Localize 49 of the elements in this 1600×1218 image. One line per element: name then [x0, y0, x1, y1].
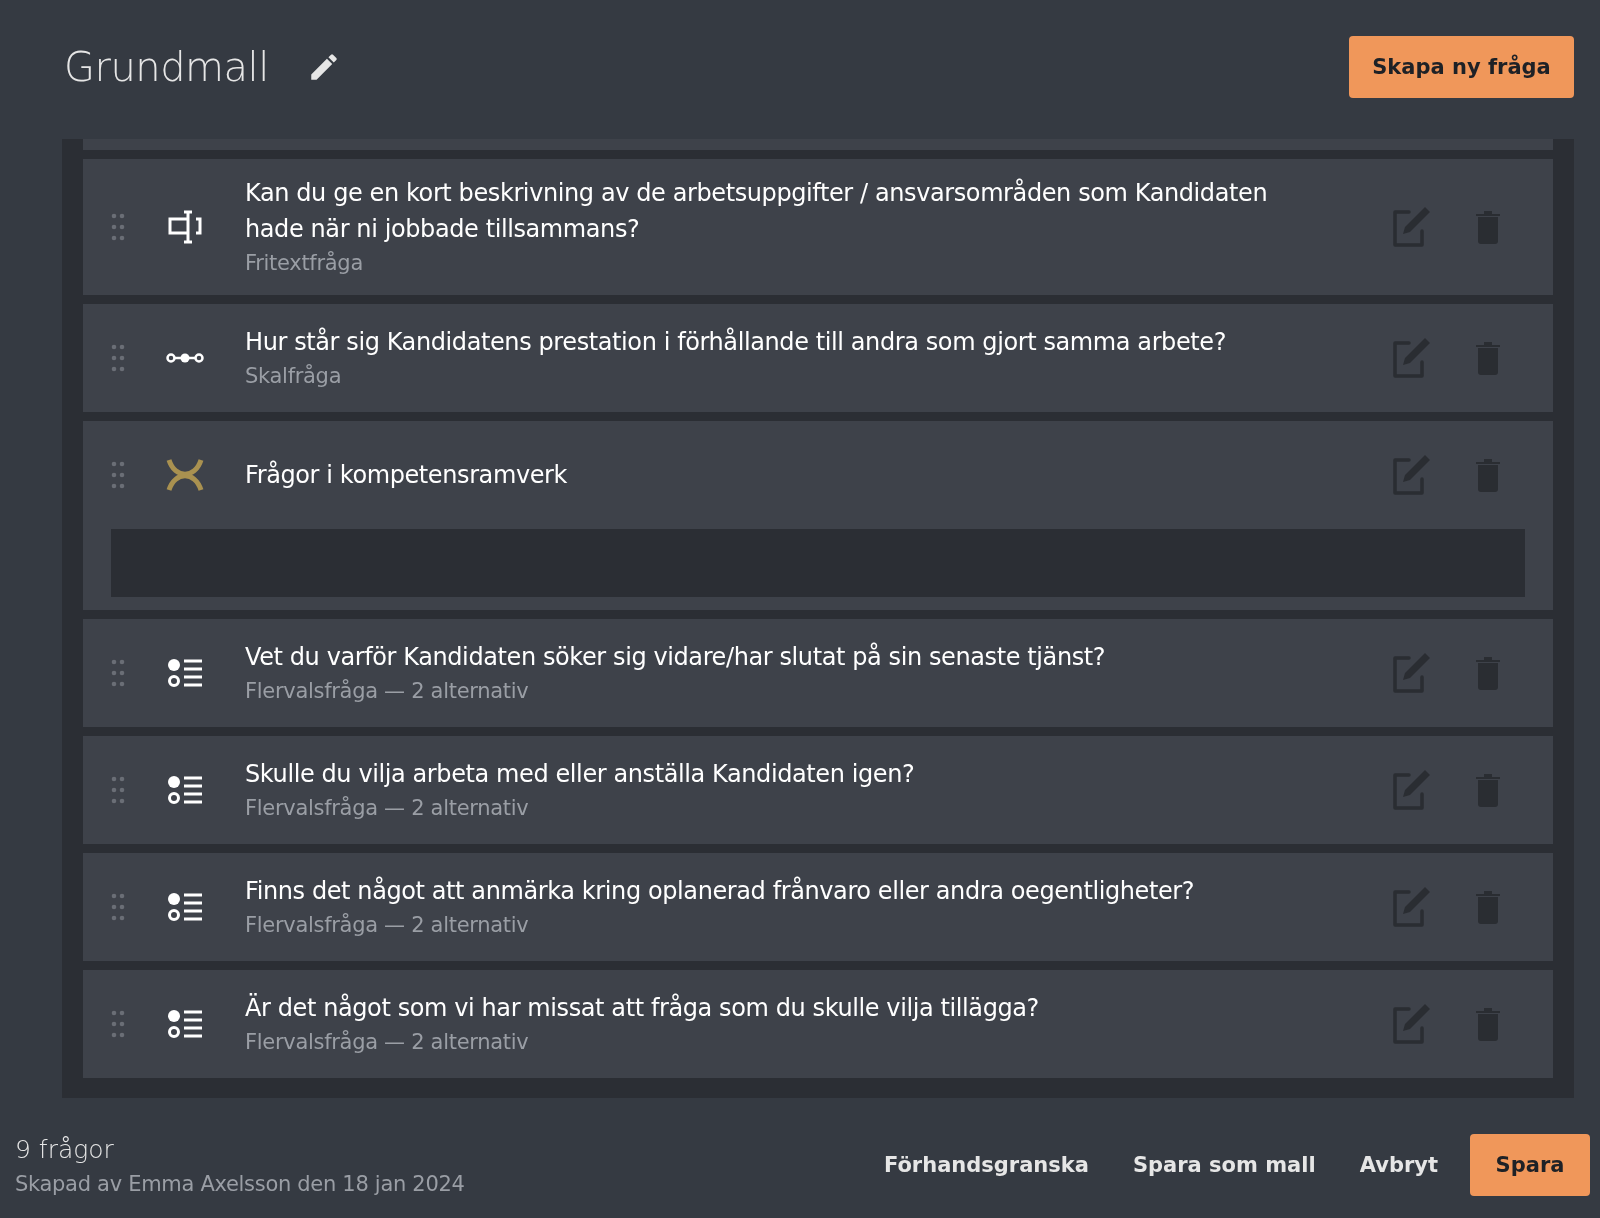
drag-handle-icon[interactable]	[111, 1010, 125, 1038]
drag-handle-icon[interactable]	[111, 659, 125, 687]
question-title: Är det något som vi har missat att fråga som du skulle vilja tillägga?	[245, 992, 1040, 1024]
template-title: Grundmall	[64, 44, 269, 90]
framework-icon	[165, 457, 205, 493]
question-title: Frågor i kompetensramverk	[245, 459, 569, 491]
drag-handle-icon[interactable]	[111, 776, 125, 804]
question-type: Fritextfråga	[245, 250, 364, 277]
question-type: Flervalsfråga — 2 alternativ	[245, 1029, 530, 1056]
list-icon	[167, 1008, 203, 1040]
question-title: Hur står sig Kandidatens prestation i förhållande till andra som gjort samma arbete?	[245, 326, 1228, 358]
trash-icon[interactable]	[1475, 656, 1501, 690]
text-field-icon	[167, 209, 203, 245]
question-row[interactable]: Kan du ge en kort beskrivning av de arbetsuppgifter / ansvarsområden som Kandidaten hade när ni jobbade tillsammans? Fritextfråga	[83, 159, 1553, 295]
trash-icon[interactable]	[1475, 341, 1501, 375]
question-row[interactable]: Vet du varför Kandidaten söker sig vidare/har slutat på sin senaste tjänst? Flervalsfråga — 2 alternativ	[83, 619, 1553, 727]
scale-icon	[166, 351, 204, 365]
trash-icon[interactable]	[1475, 458, 1501, 492]
question-row[interactable]: Hur står sig Kandidatens prestation i förhållande till andra som gjort samma arbete? Skalfråga	[83, 304, 1553, 412]
question-title: Vet du varför Kandidaten söker sig vidare/har slutat på sin senaste tjänst?	[245, 641, 1107, 673]
create-question-button[interactable]: Skapa ny fråga	[1349, 36, 1574, 98]
footer-action-button[interactable]: Spara som mall	[1132, 1153, 1316, 1177]
question-type: Flervalsfråga — 2 alternativ	[245, 912, 530, 939]
question-row[interactable]: Frågor i kompetensramverk	[83, 421, 1553, 610]
question-count: 9 frågor	[15, 1134, 115, 1164]
question-row[interactable]: Är det något som vi har missat att fråga som du skulle vilja tillägga? Flervalsfråga — 2 alternativ	[83, 970, 1553, 1078]
question-type: Flervalsfråga — 2 alternativ	[245, 795, 530, 822]
list-icon	[167, 891, 203, 923]
drag-handle-icon[interactable]	[111, 213, 125, 241]
question-type: Flervalsfråga — 2 alternativ	[245, 678, 530, 705]
question-row[interactable]: Skulle du vilja arbeta med eller anställa Kandidaten igen? Flervalsfråga — 2 alternativ	[83, 736, 1553, 844]
question-title: Skulle du vilja arbeta med eller anställa Kandidaten igen?	[245, 759, 916, 790]
list-icon	[167, 657, 203, 689]
drag-handle-icon[interactable]	[111, 893, 125, 921]
question-row[interactable]: Finns det något att anmärka kring oplanerad frånvaro eller andra oegentligheter? Flervalsfråga — 2 alternativ	[83, 853, 1553, 961]
trash-icon[interactable]	[1475, 1007, 1501, 1041]
trash-icon[interactable]	[1475, 773, 1501, 807]
list-icon	[167, 774, 203, 806]
trash-icon[interactable]	[1475, 210, 1501, 244]
question-title: Kan du ge en kort beskrivning av de arbetsuppgifter / ansvarsområden som Kandidaten hade när ni jobbade tillsammans?	[245, 177, 1269, 245]
question-type: Skalfråga	[245, 363, 343, 390]
question-title: Finns det något att anmärka kring oplanerad frånvaro eller andra oegentligheter?	[245, 875, 1196, 907]
created-by-text: Skapad av Emma Axelsson den 18 jan 2024	[15, 1171, 465, 1196]
save-button[interactable]: Spara	[1470, 1134, 1590, 1196]
footer-action-button[interactable]: Avbryt	[1359, 1153, 1438, 1177]
trash-icon[interactable]	[1475, 890, 1501, 924]
drag-handle-icon[interactable]	[111, 344, 125, 372]
drag-handle-icon[interactable]	[111, 461, 125, 489]
footer-action-button[interactable]: Förhandsgranska	[883, 1153, 1089, 1177]
